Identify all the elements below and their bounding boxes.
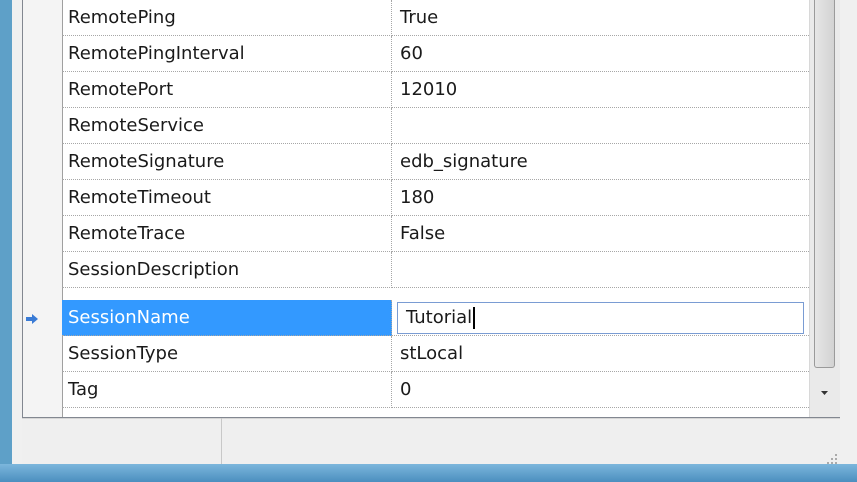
text-caret — [473, 307, 476, 329]
property-name: RemotePort — [62, 72, 392, 108]
property-value[interactable]: 180 — [392, 180, 809, 216]
property-name: RemoteTrace — [62, 216, 392, 252]
table-row[interactable]: RemoteTimeout 180 — [62, 180, 809, 216]
edit-text: Tutorial — [406, 307, 473, 328]
table-row[interactable]: RemotePing True — [62, 0, 809, 36]
property-value[interactable]: 12010 — [392, 72, 809, 108]
window-frame-left — [0, 0, 12, 482]
property-name: RemoteSignature — [62, 144, 392, 180]
property-value[interactable] — [392, 108, 809, 144]
chevron-down-icon[interactable] — [814, 378, 835, 408]
property-value[interactable]: False — [392, 216, 809, 252]
property-value[interactable]: edb_signature — [392, 144, 809, 180]
status-divider — [221, 418, 222, 464]
table-row[interactable]: RemoteSignature edb_signature — [62, 144, 809, 180]
property-value[interactable]: True — [392, 0, 809, 36]
table-row[interactable]: SessionType stLocal — [62, 336, 809, 372]
vertical-scrollbar[interactable] — [809, 0, 840, 417]
table-row[interactable]: RemoteTrace False — [62, 216, 809, 252]
property-name: SessionType — [62, 336, 392, 372]
table-row[interactable]: RemoteService — [62, 108, 809, 144]
size-grip-icon[interactable] — [826, 450, 838, 464]
table-row[interactable]: RemotePort 12010 — [62, 72, 809, 108]
property-name: RemotePingInterval — [62, 36, 392, 72]
property-name: Tag — [62, 372, 392, 408]
row-header-column — [23, 0, 63, 417]
table-row[interactable]: Tag 0 — [62, 372, 809, 408]
table-row[interactable]: SessionDescription — [62, 252, 809, 288]
session-name-input[interactable]: Tutorial — [397, 302, 804, 334]
property-value[interactable]: 60 — [392, 36, 809, 72]
property-name: SessionName — [62, 300, 392, 336]
property-value[interactable] — [392, 252, 809, 288]
status-bar — [22, 418, 840, 465]
scrollbar-thumb[interactable] — [814, 0, 835, 368]
property-name: RemoteTimeout — [62, 180, 392, 216]
property-value[interactable]: 0 — [392, 372, 809, 408]
property-value[interactable]: stLocal — [392, 336, 809, 372]
window-frame-bottom — [0, 464, 857, 482]
table-row[interactable]: RemotePingInterval 60 — [62, 36, 809, 72]
property-name: RemotePing — [62, 0, 392, 36]
property-name: SessionDescription — [62, 252, 392, 288]
table-row-selected[interactable]: SessionName Tutorial — [62, 300, 809, 336]
right-arrow-icon — [25, 311, 39, 325]
property-name: RemoteService — [62, 108, 392, 144]
